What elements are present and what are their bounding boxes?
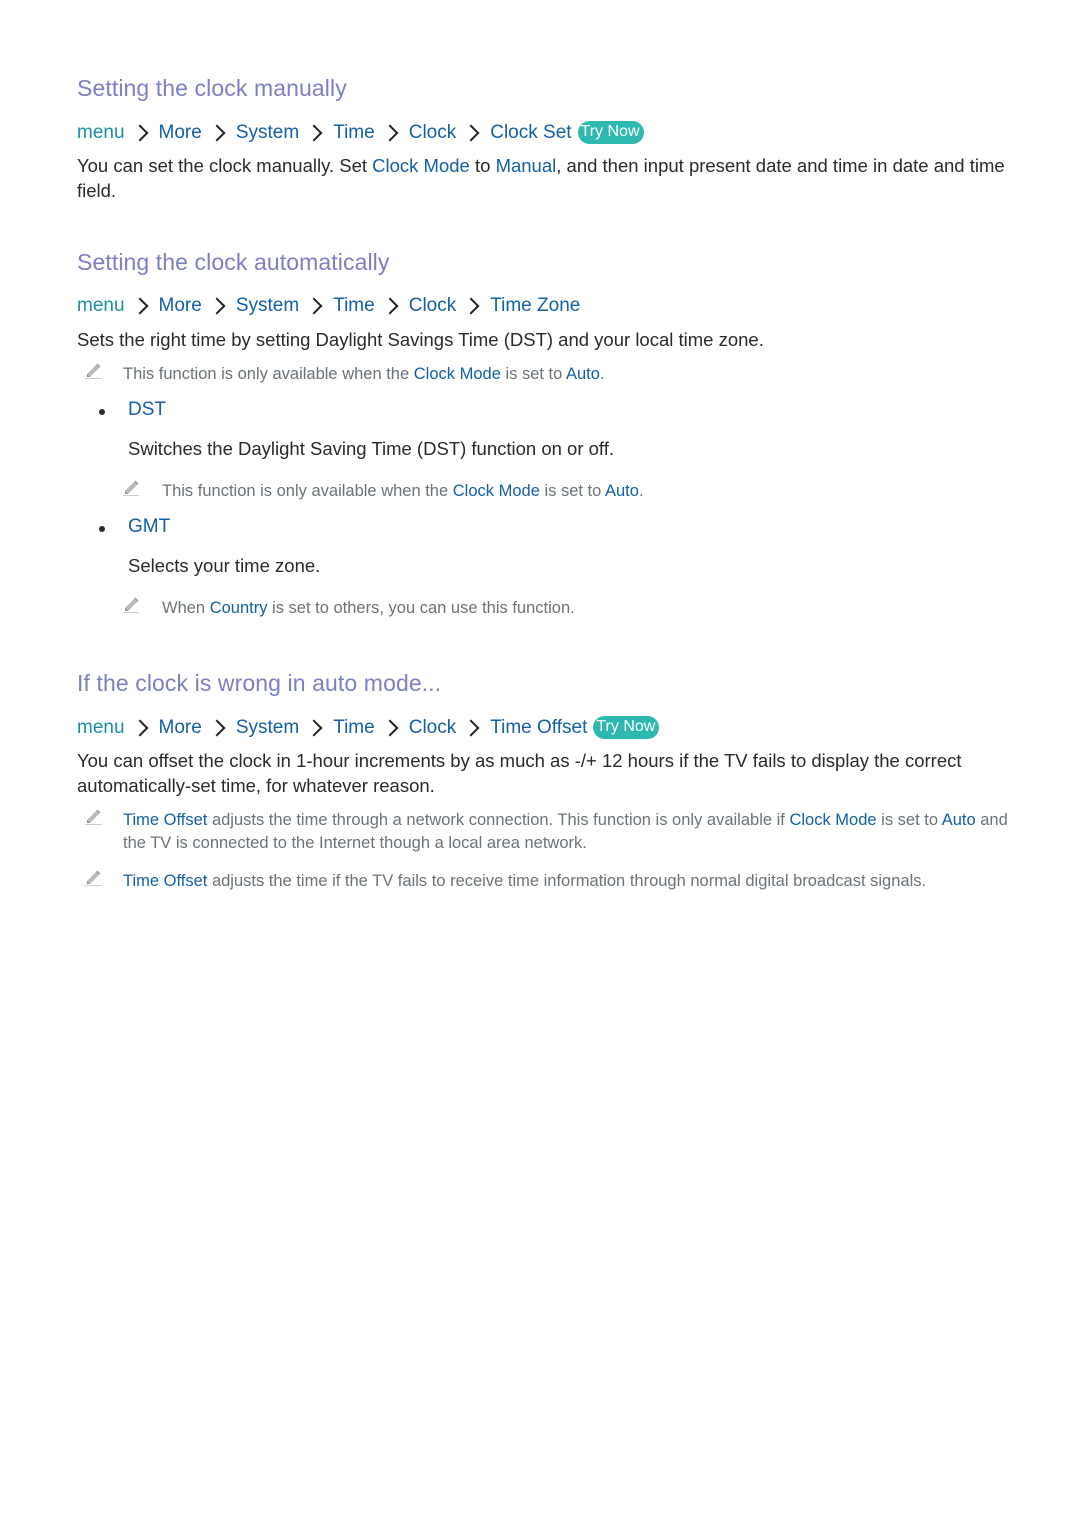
section-heading-wrong-clock: If the clock is wrong in auto mode...	[77, 670, 442, 696]
text: is set to	[876, 811, 942, 829]
chevron-right-icon	[462, 297, 480, 315]
pencil-note-icon	[84, 868, 102, 886]
path-segment[interactable]: System	[236, 122, 299, 144]
path-segment[interactable]: More	[159, 717, 202, 739]
term-country: Country	[209, 599, 268, 617]
chevron-right-icon	[381, 124, 399, 141]
term-auto: Auto	[941, 811, 976, 829]
term-clock-mode: Clock Mode	[452, 482, 540, 500]
note-text: When Country is set to others, you can u…	[162, 597, 575, 620]
try-now-button[interactable]: Try Now	[593, 716, 660, 739]
chevron-right-icon	[462, 719, 480, 736]
term-clock-mode: Clock Mode	[789, 811, 877, 829]
item-description: Selects your time zone.	[128, 555, 321, 576]
pencil-note-icon	[122, 595, 140, 613]
text: adjusts the time through a network conne…	[207, 811, 790, 829]
path-root: menu	[77, 295, 125, 316]
pencil-note-icon	[84, 361, 102, 379]
path-segment[interactable]: System	[236, 717, 299, 739]
path-segment[interactable]: Time	[333, 295, 375, 317]
term-clock-mode: Clock Mode	[372, 155, 470, 176]
term-time-offset: Time Offset	[123, 872, 208, 890]
term-manual: Manual	[495, 155, 557, 176]
try-now-button[interactable]: Try Now	[577, 121, 644, 144]
term-time-offset: Time Offset	[123, 811, 208, 829]
path-segment[interactable]: System	[236, 295, 299, 317]
bullet-icon	[99, 526, 105, 532]
chevron-right-icon	[305, 124, 323, 141]
text: This function is only available when the	[123, 365, 414, 383]
path-segment[interactable]: More	[159, 295, 202, 317]
text: is set to	[500, 365, 566, 383]
menu-path-time-offset: menu More System Time Clock Time Offset …	[77, 716, 660, 739]
text: to	[469, 155, 496, 176]
term-auto: Auto	[566, 365, 600, 383]
chevron-right-icon	[381, 719, 399, 736]
text: .	[638, 482, 644, 500]
note-text: Time Offset adjusts the time if the TV f…	[123, 870, 993, 893]
text: This function is only available when the	[162, 482, 453, 500]
path-segment[interactable]: Time	[333, 122, 375, 144]
text: adjusts the time if the TV fails to rece…	[207, 872, 927, 890]
bullet-icon	[99, 409, 105, 415]
item-title-dst: DST	[128, 399, 166, 420]
text: You can set the clock manually. Set	[77, 155, 373, 176]
path-root: menu	[77, 121, 125, 143]
chevron-right-icon	[305, 719, 323, 736]
text: is set to	[539, 482, 605, 500]
section-heading-manual: Setting the clock manually	[77, 75, 347, 101]
path-segment[interactable]: Time	[333, 717, 375, 739]
section-paragraph: You can set the clock manually. Set Cloc…	[77, 153, 1007, 203]
chevron-right-icon	[208, 719, 226, 736]
path-segment[interactable]: Clock	[409, 717, 457, 739]
section-heading-automatic: Setting the clock automatically	[77, 249, 390, 275]
text: is set to others, you can use this funct…	[267, 599, 575, 617]
chevron-right-icon	[305, 297, 323, 315]
path-segment[interactable]: Clock Set	[490, 122, 571, 144]
chevron-right-icon	[208, 297, 226, 315]
menu-path-clock-set: menu More System Time Clock Clock Set Tr…	[77, 121, 644, 144]
note-text: This function is only available when the…	[123, 363, 605, 386]
text: When	[162, 599, 210, 617]
chevron-right-icon	[131, 719, 149, 736]
pencil-note-icon	[122, 478, 140, 496]
note-text: Time Offset adjusts the time through a n…	[123, 809, 1008, 855]
term-auto: Auto	[605, 482, 639, 500]
text: .	[599, 365, 605, 383]
item-title-gmt: GMT	[128, 516, 171, 537]
menu-path-time-zone: menu More System Time Clock Time Zone	[77, 295, 580, 317]
note-text: This function is only available when the…	[162, 480, 644, 503]
chevron-right-icon	[131, 124, 149, 141]
path-segment[interactable]: Clock	[409, 122, 457, 144]
path-root: menu	[77, 716, 125, 738]
section-paragraph: You can offset the clock in 1-hour incre…	[77, 750, 962, 796]
pencil-note-icon	[84, 807, 102, 825]
path-segment[interactable]: Clock	[409, 295, 457, 317]
term-clock-mode: Clock Mode	[413, 365, 501, 383]
chevron-right-icon	[208, 124, 226, 141]
chevron-right-icon	[381, 297, 399, 315]
path-segment[interactable]: More	[159, 122, 202, 144]
path-segment[interactable]: Time Zone	[490, 295, 580, 317]
chevron-right-icon	[131, 297, 149, 315]
section-paragraph: Sets the right time by setting Daylight …	[77, 329, 764, 350]
item-description: Switches the Daylight Saving Time (DST) …	[128, 438, 615, 459]
chevron-right-icon	[462, 124, 480, 141]
path-segment[interactable]: Time Offset	[490, 717, 587, 739]
